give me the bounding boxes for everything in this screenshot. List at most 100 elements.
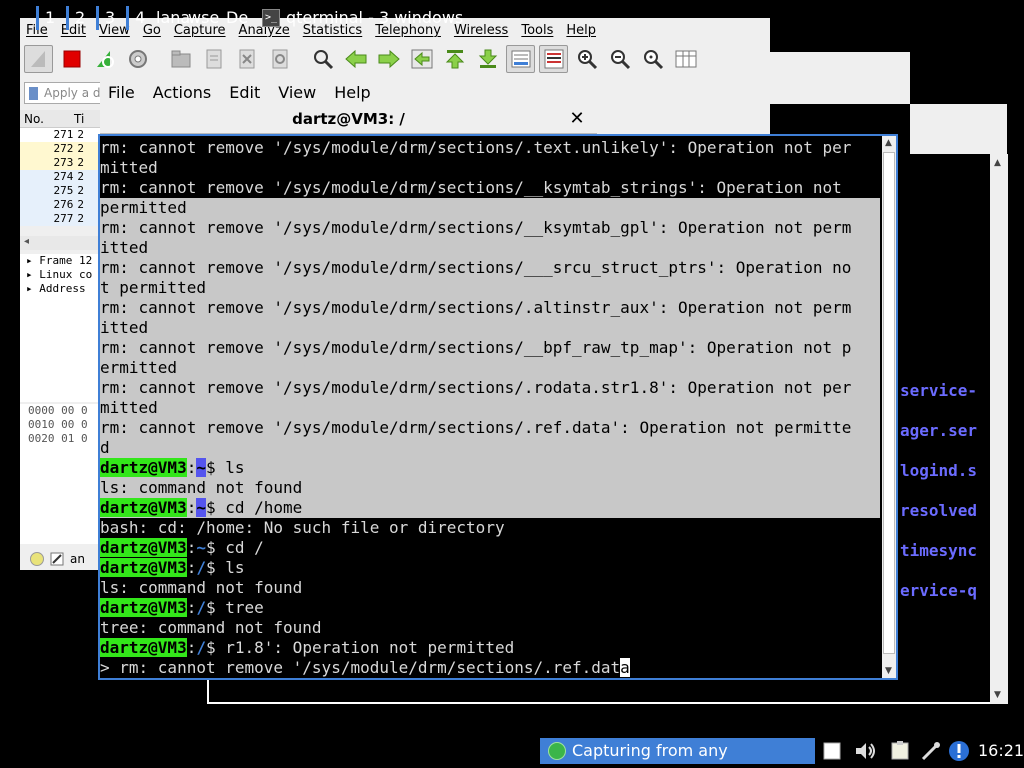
tree-item[interactable]: ▸ Linux co	[20, 268, 100, 282]
clipboard-icon[interactable]	[822, 740, 842, 762]
qterminal-menu-edit[interactable]: Edit	[229, 83, 260, 102]
menu-tools[interactable]: Tools	[521, 23, 553, 38]
command-text: $ tree	[205, 598, 264, 617]
go-to-packet-icon[interactable]	[407, 45, 436, 73]
restart-capture-icon[interactable]	[90, 45, 119, 73]
desktop-3-button[interactable]: 3	[96, 6, 115, 30]
terminal-scrollbar[interactable]: ▲ ▼	[882, 136, 896, 678]
taskbar-app-wireshark[interactable]: Capturing from any	[540, 738, 815, 764]
go-first-icon[interactable]	[440, 45, 469, 73]
scroll-down-icon[interactable]: ▼	[994, 690, 1001, 700]
table-row[interactable]: 275 2	[20, 184, 100, 198]
zoom-in-icon[interactable]	[572, 45, 601, 73]
scroll-up-icon[interactable]: ▲	[994, 158, 1001, 168]
desktop-2-button[interactable]: 2	[66, 6, 85, 30]
autoscroll-icon[interactable]	[506, 45, 535, 73]
terminal-line: rm: cannot remove '/sys/module/drm/secti…	[100, 138, 880, 158]
table-row[interactable]: 274 2	[20, 170, 100, 184]
scroll-down-icon[interactable]: ▼	[885, 666, 892, 676]
resize-columns-icon[interactable]	[671, 45, 700, 73]
stop-capture-icon[interactable]	[57, 45, 86, 73]
scrollbar-thumb[interactable]	[883, 152, 895, 654]
table-row[interactable]: 272 2	[20, 142, 100, 156]
expert-info-icon[interactable]	[30, 552, 44, 566]
menu-help[interactable]: Help	[566, 23, 596, 38]
terminal-line: ls: command not found	[100, 578, 880, 598]
qterminal-menu-file[interactable]: File	[108, 83, 135, 102]
desktop-4-button[interactable]: 4	[126, 6, 145, 30]
notes-icon[interactable]	[890, 740, 912, 762]
table-row[interactable]: 277 2	[20, 212, 100, 226]
terminal-line: bash: cd: /home: No such file or directo…	[100, 518, 880, 538]
prompt-separator: :	[186, 498, 197, 517]
reload-icon[interactable]	[265, 45, 294, 73]
open-file-icon[interactable]	[166, 45, 195, 73]
terminal-line: dartz@VM3:~$ cd /home	[100, 498, 880, 518]
network-tools-icon[interactable]	[920, 740, 942, 762]
terminal-line: dartz@VM3:/$ ls	[100, 558, 880, 578]
zoom-reset-icon[interactable]	[638, 45, 667, 73]
terminal-line: ermitted	[100, 358, 880, 378]
save-file-icon[interactable]	[199, 45, 228, 73]
edit-comment-icon[interactable]	[50, 552, 64, 566]
prompt-path: ~	[196, 538, 206, 557]
qterminal-menu-view[interactable]: View	[278, 83, 316, 102]
table-row[interactable]: 271 2	[20, 128, 100, 142]
prompt-path: /	[196, 598, 206, 617]
taskbar-app-lana[interactable]: lana	[156, 6, 190, 30]
clock[interactable]: 16:21	[978, 740, 1024, 762]
display-filter-input[interactable]: Apply a d	[24, 82, 104, 104]
background-terminal-bottom	[207, 680, 1007, 704]
command-text: $ r1.8': Operation not permitted	[205, 638, 515, 657]
tree-item[interactable]: ▸ Frame 12	[20, 254, 100, 268]
packet-list-hscroll[interactable]: ◂	[20, 236, 100, 250]
scroll-up-icon[interactable]: ▲	[885, 138, 892, 148]
output-text: ermitted	[100, 358, 178, 377]
shark-fin-start-icon[interactable]	[24, 45, 53, 73]
wireshark-toolbar	[20, 42, 770, 76]
background-terminal-line: ager.ser	[900, 421, 978, 440]
background-terminal-line: resolved	[900, 501, 978, 520]
go-back-icon[interactable]	[341, 45, 370, 73]
output-text: rm: cannot remove '/sys/module/drm/secti…	[100, 338, 852, 357]
taskbar-app-wse[interactable]: wse	[188, 6, 219, 30]
prompt-separator: :	[186, 598, 197, 617]
prompt-path: /	[196, 638, 206, 657]
hex-row[interactable]: 0000 00 0	[20, 404, 100, 418]
qterminal-menu-help[interactable]: Help	[334, 83, 370, 102]
find-packet-icon[interactable]	[308, 45, 337, 73]
taskbar-app-de[interactable]: De	[226, 6, 248, 30]
capture-options-icon[interactable]	[123, 45, 152, 73]
zoom-out-icon[interactable]	[605, 45, 634, 73]
qterminal-menu-actions[interactable]: Actions	[153, 83, 211, 102]
terminal-output[interactable]: rm: cannot remove '/sys/module/drm/secti…	[98, 134, 898, 680]
go-last-icon[interactable]	[473, 45, 502, 73]
background-terminal-scrollbar[interactable]: ▲ ▼	[990, 154, 1008, 704]
hex-row[interactable]: 0010 00 0	[20, 418, 100, 432]
command-text: $ cd /home	[205, 498, 303, 517]
qterminal-tab-title[interactable]: dartz@VM3: /	[100, 104, 597, 134]
prompt-separator: :	[186, 638, 197, 657]
terminal-line: dartz@VM3:~$ cd /	[100, 538, 880, 558]
tree-item[interactable]: ▸ Address	[20, 282, 100, 296]
packet-time: 2	[77, 142, 84, 155]
desktop-1-button[interactable]: 1	[36, 6, 55, 30]
output-text: rm: cannot remove '/sys/module/drm/secti…	[100, 218, 852, 237]
terminal-line: t permitted	[100, 278, 880, 298]
output-text: mitted	[100, 158, 158, 177]
close-file-icon[interactable]	[232, 45, 261, 73]
table-row[interactable]: 273 2	[20, 156, 100, 170]
terminal-line: rm: cannot remove '/sys/module/drm/secti…	[100, 258, 880, 278]
update-alert-icon[interactable]	[948, 740, 970, 762]
packet-time: 2	[77, 212, 84, 225]
go-forward-icon[interactable]	[374, 45, 403, 73]
close-tab-icon[interactable]: ✕	[566, 108, 588, 130]
table-row[interactable]: 276 2	[20, 198, 100, 212]
column-no[interactable]: No.	[24, 112, 70, 126]
bookmark-icon[interactable]	[29, 86, 38, 100]
taskbar-app-qterminal[interactable]: >_ qterminal - 3 windows	[262, 6, 463, 30]
colorize-icon[interactable]	[539, 45, 568, 73]
volume-icon[interactable]	[854, 740, 878, 762]
background-terminal-line: service-	[900, 381, 978, 400]
hex-row[interactable]: 0020 01 0	[20, 432, 100, 446]
